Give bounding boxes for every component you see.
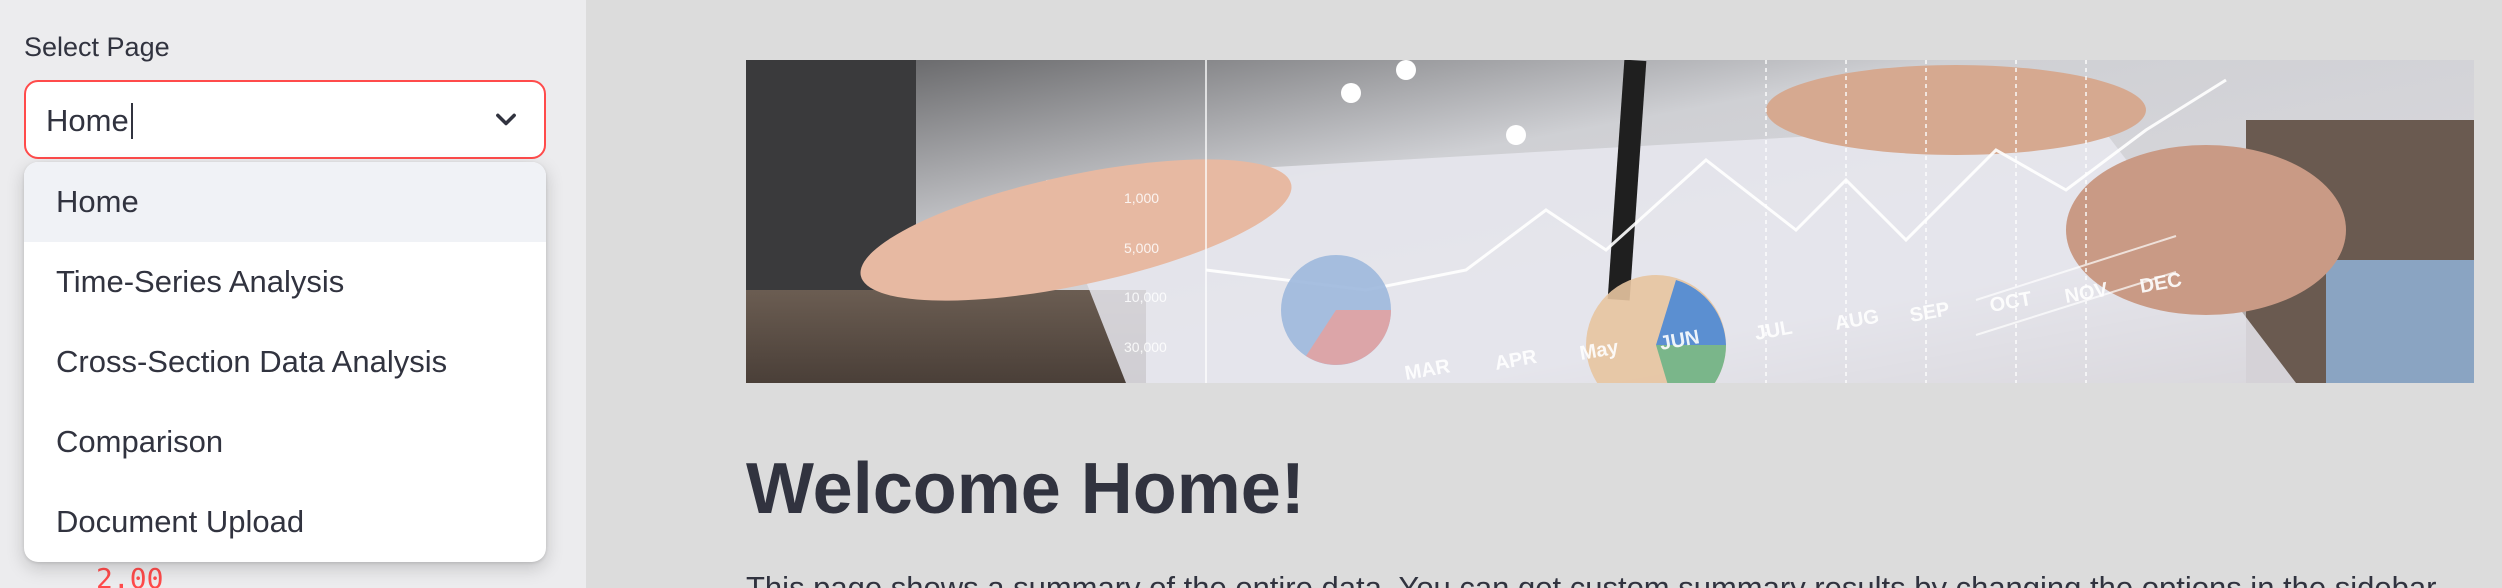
chevron-down-icon[interactable] — [492, 106, 520, 134]
option-comparison[interactable]: Comparison — [24, 402, 546, 482]
banner-axis-label: 30,000 — [1124, 339, 1167, 355]
banner-axis-label: 5,000 — [1124, 240, 1159, 256]
page-title: Welcome Home! — [746, 449, 1305, 529]
page-select[interactable]: Home — [24, 80, 546, 159]
select-page-label: Select Page — [24, 32, 170, 62]
sidebar-metric-value: 2.00 — [96, 562, 164, 588]
option-cross-section-data-analysis[interactable]: Cross-Section Data Analysis — [24, 322, 546, 402]
option-document-upload[interactable]: Document Upload — [24, 482, 546, 562]
text-caret — [130, 102, 133, 139]
banner-illustration: MAR APR May JUN JUL AUG SEP OCT NOV DEC … — [746, 60, 2474, 383]
app-root: Select Page Home 2.00 Home Time-Series A… — [0, 0, 2502, 588]
banner-image: MAR APR May JUN JUL AUG SEP OCT NOV DEC … — [746, 60, 2474, 383]
sidebar: Select Page Home 2.00 Home Time-Series A… — [0, 0, 586, 588]
page-select-dropdown: Home Time-Series Analysis Cross-Section … — [24, 162, 546, 562]
page-description: This page shows a summary of the entire … — [746, 570, 2444, 588]
page-select-value[interactable]: Home — [46, 102, 133, 141]
banner-axis-label: 10,000 — [1124, 289, 1167, 305]
option-home[interactable]: Home — [24, 162, 546, 242]
main-content: MAR APR May JUN JUL AUG SEP OCT NOV DEC … — [586, 0, 2502, 588]
banner-axis-label: 1,000 — [1124, 190, 1159, 206]
option-time-series-analysis[interactable]: Time-Series Analysis — [24, 242, 546, 322]
